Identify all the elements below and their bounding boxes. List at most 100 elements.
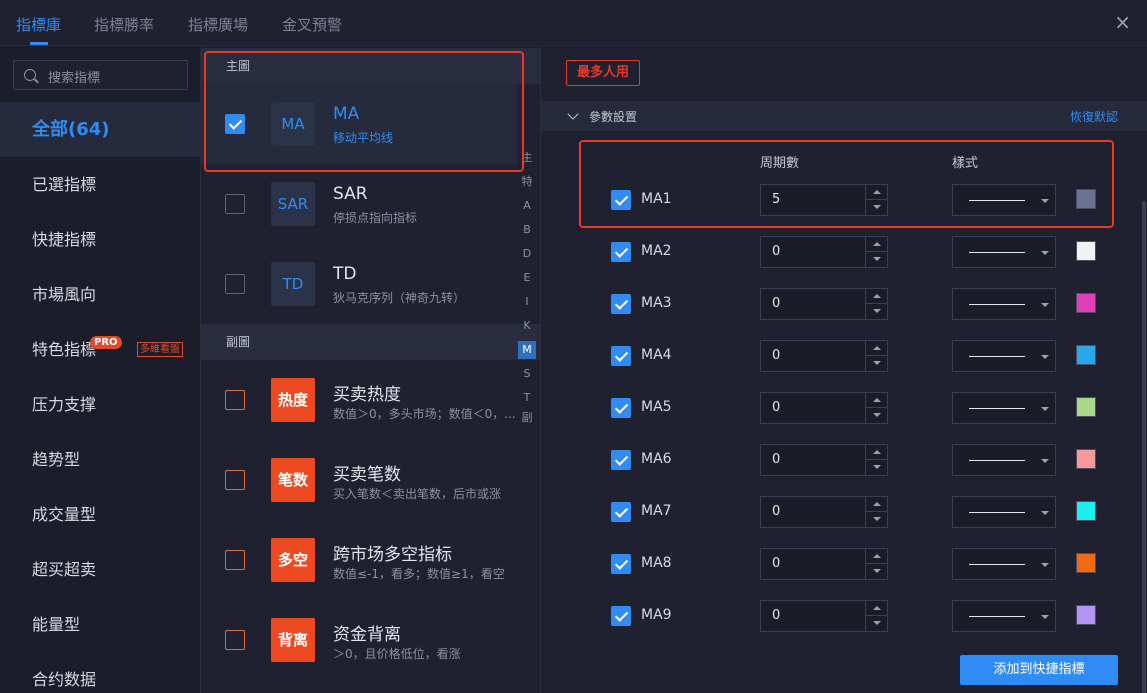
indicator-checkbox[interactable] bbox=[225, 470, 245, 490]
stepper-down-icon[interactable] bbox=[866, 564, 887, 579]
period-stepper[interactable]: 0 bbox=[760, 548, 888, 580]
line-style-select[interactable] bbox=[952, 392, 1056, 424]
period-value: 0 bbox=[772, 452, 781, 467]
alpha-index-e[interactable]: E bbox=[516, 266, 538, 290]
category-market-trend[interactable]: 市場風向 bbox=[0, 267, 200, 322]
category-support-resistance[interactable]: 压力支撑 bbox=[0, 377, 200, 432]
color-swatch[interactable] bbox=[1076, 345, 1096, 365]
indicator-item-buy-sell-heat[interactable]: 热度 买卖热度 数值＞0，多头市场；数值＜0，... bbox=[201, 360, 517, 440]
indicator-item-fund-divergence[interactable]: 背离 资金背离 ＞0，且价格低位，看涨 bbox=[201, 600, 517, 680]
period-stepper[interactable]: 0 bbox=[760, 236, 888, 268]
ma-enable-checkbox[interactable] bbox=[611, 346, 631, 366]
tab-indicator-library[interactable]: 指標庫 bbox=[16, 14, 61, 35]
line-style-select[interactable] bbox=[952, 236, 1056, 268]
alpha-index-m[interactable]: M bbox=[518, 341, 536, 359]
ma-enable-checkbox[interactable] bbox=[611, 398, 631, 418]
stepper-up-icon[interactable] bbox=[866, 601, 887, 616]
indicator-item-cross-market[interactable]: 多空 跨市场多空指标 数值≤-1，看多；数值≥1，看空 bbox=[201, 520, 517, 600]
alpha-index-i[interactable]: I bbox=[516, 290, 538, 314]
param-settings-header[interactable]: 參數設置 恢復默認 bbox=[541, 101, 1147, 131]
period-stepper[interactable]: 0 bbox=[760, 600, 888, 632]
indicator-checkbox[interactable] bbox=[225, 630, 245, 650]
tab-golden-cross-alert[interactable]: 金叉預警 bbox=[282, 14, 342, 35]
indicator-checkbox[interactable] bbox=[225, 550, 245, 570]
indicator-checkbox[interactable] bbox=[225, 274, 245, 294]
color-swatch[interactable] bbox=[1076, 553, 1096, 573]
indicator-item-buy-sell-count[interactable]: 笔数 买卖笔数 买入笔数＜卖出笔数，后市或涨 bbox=[201, 440, 517, 520]
indicator-name: 买卖笔数 bbox=[333, 465, 401, 485]
stepper-down-icon[interactable] bbox=[866, 304, 887, 319]
line-style-select[interactable] bbox=[952, 288, 1056, 320]
category-contract-data[interactable]: 合约数据 bbox=[0, 652, 200, 693]
line-style-select[interactable] bbox=[952, 340, 1056, 372]
stepper-up-icon[interactable] bbox=[866, 549, 887, 564]
scrollbar-thumb[interactable] bbox=[1142, 201, 1146, 693]
alpha-index-k[interactable]: K bbox=[516, 314, 538, 338]
category-quick[interactable]: 快捷指標 bbox=[0, 212, 200, 267]
period-stepper[interactable]: 0 bbox=[760, 496, 888, 528]
color-swatch[interactable] bbox=[1076, 501, 1096, 521]
period-stepper[interactable]: 0 bbox=[760, 288, 888, 320]
category-trend[interactable]: 趋势型 bbox=[0, 432, 200, 487]
add-to-quick-button[interactable]: 添加到快捷指標 bbox=[960, 655, 1118, 685]
color-swatch[interactable] bbox=[1076, 449, 1096, 469]
tab-indicator-square[interactable]: 指標廣場 bbox=[188, 14, 248, 35]
ma-enable-checkbox[interactable] bbox=[611, 606, 631, 626]
line-style-select[interactable] bbox=[952, 600, 1056, 632]
color-swatch[interactable] bbox=[1076, 293, 1096, 313]
color-swatch[interactable] bbox=[1076, 605, 1096, 625]
line-style-select[interactable] bbox=[952, 444, 1056, 476]
alpha-index-s[interactable]: S bbox=[516, 362, 538, 386]
most-popular-button[interactable]: 最多人用 bbox=[566, 60, 641, 86]
close-icon[interactable]: × bbox=[1114, 11, 1131, 33]
category-selected[interactable]: 已選指標 bbox=[0, 157, 200, 212]
stepper-down-icon[interactable] bbox=[866, 512, 887, 527]
alpha-index-special[interactable]: 特 bbox=[516, 170, 538, 194]
ma-enable-checkbox[interactable] bbox=[611, 242, 631, 262]
scrollbar[interactable] bbox=[1139, 101, 1147, 693]
period-stepper[interactable]: 0 bbox=[760, 444, 888, 476]
color-swatch[interactable] bbox=[1076, 241, 1096, 261]
color-swatch[interactable] bbox=[1076, 397, 1096, 417]
alpha-index-d[interactable]: D bbox=[516, 242, 538, 266]
ma-enable-checkbox[interactable] bbox=[611, 450, 631, 470]
chevron-down-icon bbox=[1041, 407, 1049, 411]
stepper-up-icon[interactable] bbox=[866, 341, 887, 356]
stepper-down-icon[interactable] bbox=[866, 408, 887, 423]
stepper-up-icon[interactable] bbox=[866, 445, 887, 460]
indicator-checkbox[interactable] bbox=[225, 194, 245, 214]
stepper-up-icon[interactable] bbox=[866, 497, 887, 512]
indicator-item-td[interactable]: TD TD 狄马克序列（神奇九转） bbox=[201, 244, 517, 324]
category-featured[interactable]: 特色指標 PRO 多維看盤 bbox=[0, 322, 200, 377]
stepper-up-icon[interactable] bbox=[866, 289, 887, 304]
stepper-down-icon[interactable] bbox=[866, 616, 887, 631]
tab-indicator-winrate[interactable]: 指標勝率 bbox=[94, 14, 154, 35]
category-energy[interactable]: 能量型 bbox=[0, 597, 200, 652]
period-value: 0 bbox=[772, 244, 781, 259]
ma-enable-checkbox[interactable] bbox=[611, 294, 631, 314]
period-stepper[interactable]: 0 bbox=[760, 340, 888, 372]
stepper-down-icon[interactable] bbox=[866, 356, 887, 371]
indicator-item-sar[interactable]: SAR SAR 停损点指向指标 bbox=[201, 164, 517, 244]
period-stepper[interactable]: 0 bbox=[760, 392, 888, 424]
period-value: 0 bbox=[772, 400, 781, 415]
stepper-down-icon[interactable] bbox=[866, 460, 887, 475]
category-overbought-oversold[interactable]: 超买超卖 bbox=[0, 542, 200, 597]
indicator-checkbox[interactable] bbox=[225, 390, 245, 410]
category-all[interactable]: 全部(64) bbox=[0, 102, 200, 157]
category-volume[interactable]: 成交量型 bbox=[0, 487, 200, 542]
alpha-index-a[interactable]: A bbox=[516, 194, 538, 218]
stepper-up-icon[interactable] bbox=[866, 393, 887, 408]
stepper-up-icon[interactable] bbox=[866, 237, 887, 252]
stepper-down-icon[interactable] bbox=[866, 252, 887, 267]
line-style-select[interactable] bbox=[952, 496, 1056, 528]
reset-default-link[interactable]: 恢復默認 bbox=[1070, 108, 1118, 125]
indicator-desc: 狄马克序列（神奇九转） bbox=[333, 291, 466, 305]
search-input[interactable]: 搜索指標 bbox=[13, 60, 188, 90]
ma-enable-checkbox[interactable] bbox=[611, 554, 631, 574]
ma-enable-checkbox[interactable] bbox=[611, 502, 631, 522]
line-style-select[interactable] bbox=[952, 548, 1056, 580]
period-value: 0 bbox=[772, 608, 781, 623]
alpha-index-sub[interactable]: 副 bbox=[516, 406, 538, 430]
alpha-index-b[interactable]: B bbox=[516, 218, 538, 242]
